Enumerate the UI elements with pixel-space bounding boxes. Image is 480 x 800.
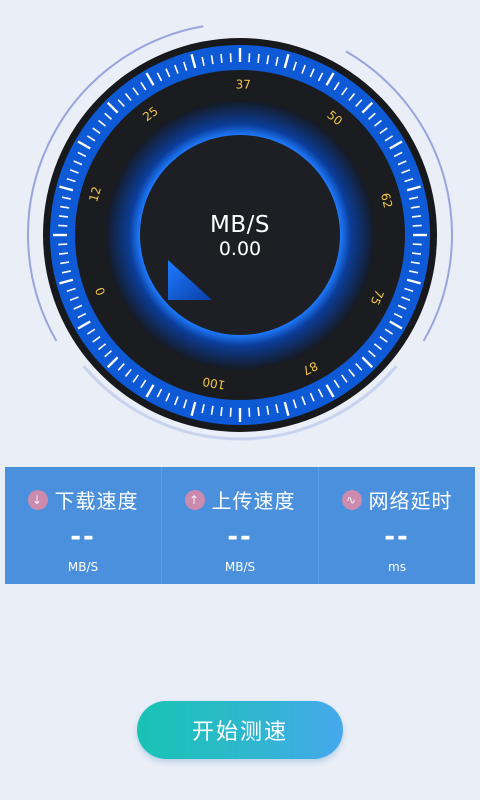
gauge-tick	[257, 406, 260, 417]
download-stat: ↓ 下载速度 -- MB/S	[5, 467, 162, 584]
latency-unit: ms	[388, 560, 406, 574]
latency-value: --	[384, 522, 410, 552]
stats-panel: ↓ 下载速度 -- MB/S ↑ 上传速度 -- MB/S ∿ 网络延时 -- …	[5, 467, 475, 584]
upload-unit: MB/S	[224, 560, 256, 574]
latency-icon: ∿	[341, 489, 362, 510]
latency-label: 网络延时	[368, 489, 453, 513]
download-icon: ↓	[27, 489, 48, 510]
download-label: 下载速度	[54, 489, 139, 513]
upload-label: 上传速度	[211, 489, 296, 513]
start-test-button[interactable]: 开始测速	[137, 701, 343, 759]
upload-icon: ↑	[184, 489, 205, 510]
gauge-scale-label: 37	[235, 77, 251, 91]
download-unit: MB/S	[67, 560, 99, 574]
gauge-tick	[220, 53, 223, 64]
gauge-tick	[220, 406, 223, 417]
gauge-speed-value: 0.00	[218, 238, 262, 260]
gauge-tick	[257, 53, 260, 64]
gauge-unit-label: MB/S	[210, 212, 270, 238]
download-value: --	[70, 522, 96, 552]
latency-stat: ∿ 网络延时 -- ms	[319, 467, 475, 584]
speed-gauge: 0 12 25 37 50 62 75 87 100 MB/S 0.00	[0, 0, 480, 460]
upload-stat: ↑ 上传速度 -- MB/S	[162, 467, 319, 584]
upload-value: --	[227, 522, 253, 552]
